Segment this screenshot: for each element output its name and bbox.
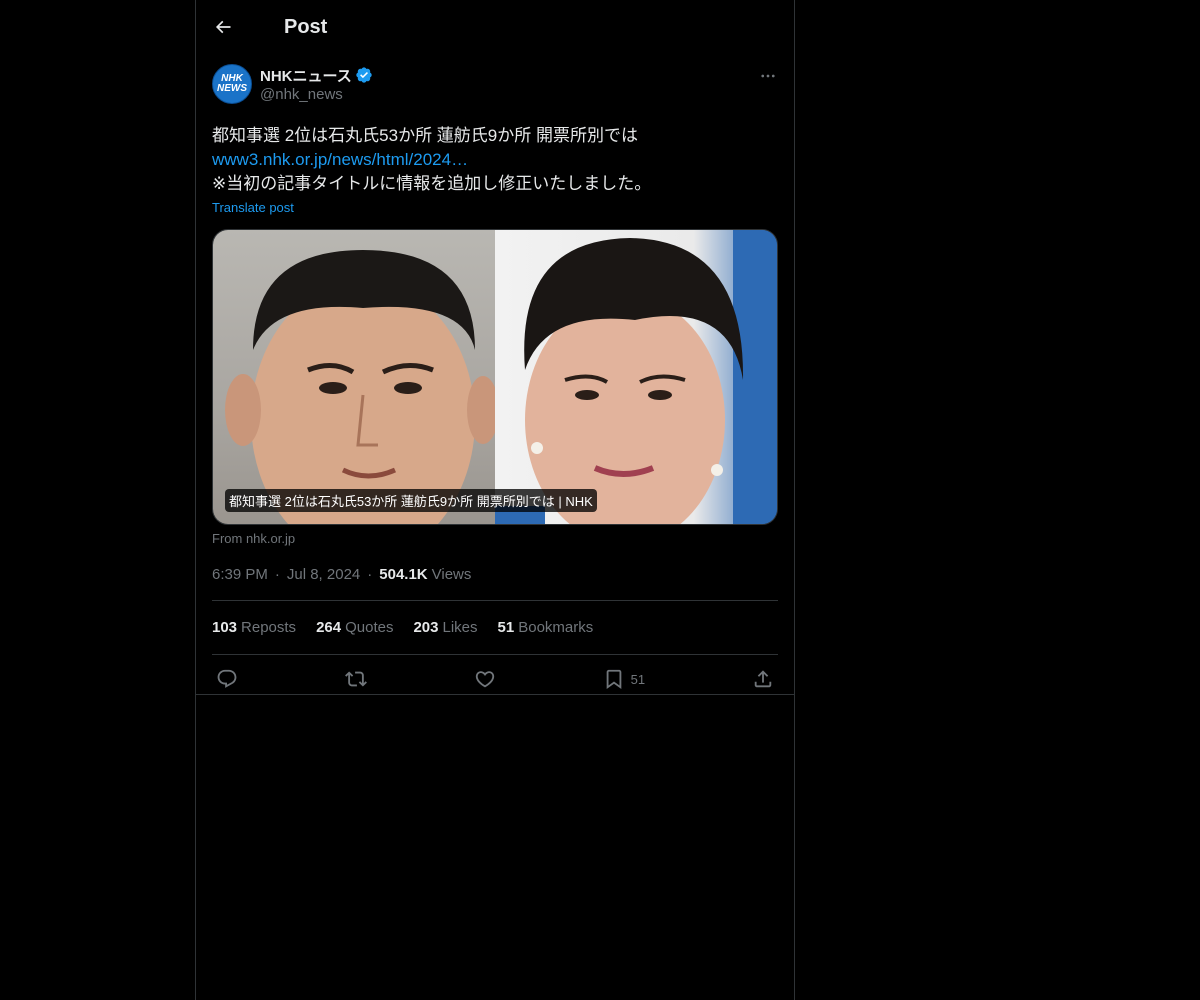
repost-button[interactable] [344,668,367,690]
avatar-text-bottom: NEWS [217,83,247,94]
translate-post-link[interactable]: Translate post [212,200,294,215]
bookmarks-stat[interactable]: 51 Bookmarks [498,619,594,636]
post: NHK NEWS NHKニュース @nhk_news 都知事選 2位は石丸氏53… [196,64,794,703]
card-caption: 都知事選 2位は石丸氏53か所 蓮舫氏9か所 開票所別では | NHK [225,489,597,512]
link-card[interactable]: 都知事選 2位は石丸氏53か所 蓮舫氏9か所 開票所別では | NHK [212,229,778,525]
author-name[interactable]: NHKニュース [260,65,352,86]
author-handle[interactable]: @nhk_news [260,86,373,103]
action-bar: 51 [212,655,778,703]
reposts-stat[interactable]: 103 Reposts [212,619,296,636]
bookmark-count: 51 [630,671,646,687]
woman-portrait-image [495,230,777,524]
quotes-stat[interactable]: 264 Quotes [316,619,393,636]
share-icon [754,670,772,688]
top-bar: Post [196,0,794,54]
meta-separator: · [274,565,280,583]
post-meta: 6:39 PM · Jul 8, 2024 · 504.1K Views [212,564,778,584]
meta-separator: · [367,565,373,583]
page-title: Post [284,15,328,38]
avatar[interactable]: NHK NEWS [212,64,252,104]
divider [196,694,794,695]
like-button[interactable] [474,668,496,690]
reply-button[interactable] [216,668,238,690]
views-label: Views [431,565,472,583]
author-info: NHKニュース @nhk_news [260,64,373,103]
post-date[interactable]: Jul 8, 2024 [287,566,360,583]
post-line-1: 都知事選 2位は石丸氏53か所 蓮舫氏9か所 開票所別では [212,126,638,145]
engagement-stats: 103 Reposts 264 Quotes 203 Likes 51 Bookmark… [212,601,778,654]
verified-badge-icon [355,66,373,84]
share-button[interactable] [752,668,774,690]
bookmark-button[interactable]: 51 [603,668,645,690]
repost-icon [344,671,367,687]
man-portrait-image [225,250,499,524]
post-text: 都知事選 2位は石丸氏53か所 蓮舫氏9か所 開票所別では www3.nhk.o… [212,124,778,196]
card-photo-left [213,230,499,524]
reply-icon [217,669,237,688]
post-link[interactable]: www3.nhk.or.jp/news/html/2024… [212,150,468,169]
more-options-button[interactable] [758,66,778,86]
author-row: NHK NEWS NHKニュース @nhk_news [212,64,778,108]
post-column: Post NHK NEWS NHKニュース @nhk_news 都知事選 2位は… [195,0,795,1000]
card-source[interactable]: From nhk.or.jp [212,531,778,546]
author-name-row: NHKニュース [260,64,373,86]
post-line-3: ※当初の記事タイトルに情報を追加し修正いたしました。 [212,174,652,193]
views-count: 504.1K [379,565,428,583]
more-horizontal-icon [761,74,775,78]
arrow-left-icon [215,20,231,34]
post-time[interactable]: 6:39 PM [212,566,268,583]
back-button[interactable] [212,16,234,38]
heart-icon [475,671,494,688]
card-photo-right [495,230,777,524]
bookmark-icon [606,669,621,690]
likes-stat[interactable]: 203 Likes [413,619,477,636]
